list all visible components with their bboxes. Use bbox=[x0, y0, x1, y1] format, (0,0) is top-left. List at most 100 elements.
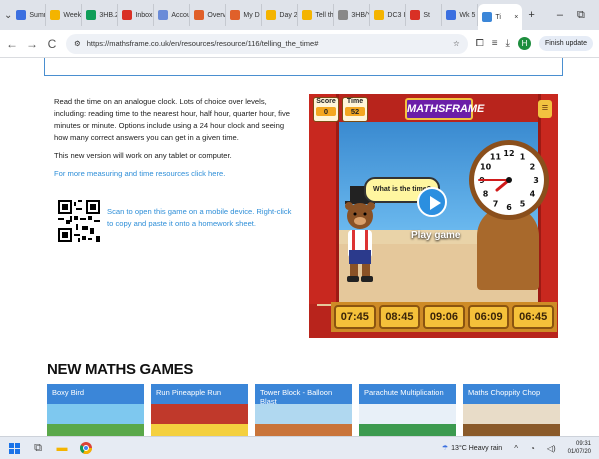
qr-code[interactable] bbox=[58, 200, 100, 242]
tab-favicon-icon bbox=[482, 12, 493, 22]
clock-numeral: 7 bbox=[493, 199, 499, 208]
time-label: Time bbox=[346, 98, 364, 105]
description-paragraph: Read the time on an analogue clock. Lots… bbox=[54, 97, 290, 142]
network-icon[interactable]: ◔ bbox=[530, 444, 535, 453]
game-card-title: Boxy Bird bbox=[52, 388, 85, 397]
clock-numeral: 8 bbox=[483, 190, 489, 199]
finish-update-button[interactable]: Finish update bbox=[538, 36, 593, 51]
resource-description: Read the time on an analogue clock. Lots… bbox=[54, 96, 300, 186]
browser-tab[interactable]: 3HB/Y bbox=[334, 4, 371, 26]
answer-button[interactable]: 08:45 bbox=[378, 305, 421, 329]
browser-tab[interactable]: 3HB.2 bbox=[82, 4, 119, 26]
game-card[interactable]: Tower Block - Balloon Blast bbox=[255, 384, 352, 436]
minimize-button[interactable]: – bbox=[557, 9, 563, 21]
browser-tab[interactable]: Accou bbox=[154, 4, 191, 26]
restore-button[interactable]: ⧉ bbox=[577, 9, 585, 22]
clock-numeral: 5 bbox=[520, 199, 526, 208]
tray-chevron-icon[interactable]: ^ bbox=[514, 444, 518, 453]
tab-search-icon[interactable]: ⌄ bbox=[4, 10, 12, 21]
answer-button[interactable]: 09:06 bbox=[423, 305, 465, 329]
tab-favicon-icon bbox=[86, 10, 97, 20]
tab-label: Tell th bbox=[315, 11, 334, 19]
back-icon[interactable]: ← bbox=[6, 37, 18, 51]
answer-button[interactable]: 07:45 bbox=[334, 305, 376, 329]
more-resources-link[interactable]: For more measuring and time resources cl… bbox=[54, 169, 225, 178]
tab-favicon-icon bbox=[122, 10, 133, 20]
clock-numeral: 10 bbox=[480, 163, 492, 172]
game-card[interactable]: Boxy Bird bbox=[47, 384, 144, 436]
url-field[interactable]: ⚙ https://mathsframe.co.uk/en/resources/… bbox=[66, 33, 468, 54]
tab-label: 3HB/Y bbox=[351, 11, 371, 19]
tab-label: Wk 5 bbox=[459, 11, 476, 19]
tab-label: 3HB.2 bbox=[99, 11, 119, 19]
chrome-icon[interactable] bbox=[80, 442, 92, 454]
browser-tab[interactable]: St bbox=[406, 4, 443, 26]
weather-widget[interactable]: ☂ 13°C Heavy rain bbox=[441, 444, 502, 453]
browser-tab-bar: ⌄ Summ Week 3HB.2 Inbox Accou Overv My D Day 2 T… bbox=[0, 0, 599, 30]
close-tab-icon[interactable]: × bbox=[514, 14, 518, 21]
browser-tab[interactable]: Tell th bbox=[298, 4, 335, 26]
game-card-thumbnail bbox=[255, 404, 352, 436]
clock-numeral: 4 bbox=[530, 190, 536, 199]
browser-tab[interactable]: My D bbox=[226, 4, 263, 26]
play-game-label[interactable]: Play game bbox=[411, 230, 460, 241]
answer-button[interactable]: 06:45 bbox=[512, 305, 554, 329]
browser-tab[interactable]: Inbox bbox=[118, 4, 155, 26]
play-button[interactable] bbox=[417, 187, 447, 217]
game-panel[interactable]: Score 0 Time 52 MATHSFRAME ≡ What is the… bbox=[309, 94, 558, 338]
volume-icon[interactable]: ◁) bbox=[547, 444, 556, 453]
forward-icon[interactable]: → bbox=[26, 37, 38, 51]
clock-numeral: 1 bbox=[520, 153, 526, 162]
tab-favicon-icon bbox=[194, 10, 205, 20]
profile-avatar[interactable]: H bbox=[517, 37, 531, 50]
clock-time: 09:31 bbox=[575, 441, 591, 447]
left-curtain bbox=[309, 94, 339, 304]
game-card[interactable]: Parachute Multiplication bbox=[359, 384, 456, 436]
browser-tab[interactable]: Ti × bbox=[478, 4, 523, 30]
task-view-icon[interactable]: ⧉ bbox=[32, 442, 44, 454]
browser-tab[interactable]: Overv bbox=[190, 4, 227, 26]
browser-tab[interactable]: Summ bbox=[12, 4, 47, 26]
game-card[interactable]: Run Pineapple Run bbox=[151, 384, 248, 436]
tab-label: DC3 I bbox=[387, 11, 406, 19]
tab-label: Week bbox=[63, 11, 82, 19]
tab-favicon-icon bbox=[230, 10, 241, 20]
score-box: Score 0 bbox=[313, 97, 339, 122]
game-menu-button[interactable]: ≡ bbox=[538, 100, 552, 118]
answer-button[interactable]: 06:09 bbox=[467, 305, 510, 329]
game-card-thumbnail bbox=[47, 404, 144, 436]
bookmark-star-icon[interactable]: ☆ bbox=[453, 39, 460, 48]
clock-numeral: 6 bbox=[506, 203, 512, 212]
tab-label: St bbox=[423, 11, 431, 19]
tab-strip: Summ Week 3HB.2 Inbox Accou Overv My D Day 2 Tel… bbox=[12, 0, 523, 30]
file-explorer-icon[interactable]: ▬ bbox=[56, 442, 68, 454]
game-card-title: Maths Choppity Chop bbox=[468, 388, 541, 397]
new-tab-button[interactable]: + bbox=[528, 9, 534, 21]
tab-favicon-icon bbox=[158, 10, 169, 20]
game-card-thumbnail bbox=[463, 404, 560, 436]
reload-icon[interactable]: C bbox=[46, 37, 58, 51]
windows-start-icon[interactable] bbox=[8, 442, 20, 454]
site-info-icon[interactable]: ⚙ bbox=[74, 39, 81, 48]
tab-favicon-icon bbox=[374, 10, 385, 20]
weather-rain-icon: ☂ bbox=[441, 445, 449, 452]
browser-tab[interactable]: Day 2 bbox=[262, 4, 299, 26]
game-card[interactable]: Maths Choppity Chop bbox=[463, 384, 560, 436]
time-box: Time 52 bbox=[342, 97, 368, 122]
browser-tab[interactable]: Wk 5 bbox=[442, 4, 479, 26]
tab-favicon-icon bbox=[410, 10, 421, 20]
game-card-thumbnail bbox=[359, 404, 456, 436]
tab-label: Summ bbox=[29, 11, 45, 19]
mathsframe-logo: MATHSFRAME bbox=[405, 98, 484, 120]
clock-numeral: 2 bbox=[530, 163, 536, 172]
download-icon[interactable]: ⤓ bbox=[506, 38, 510, 49]
tab-favicon-icon bbox=[338, 10, 349, 20]
reading-list-icon[interactable]: ≡ bbox=[492, 38, 498, 49]
browser-tab[interactable]: DC3 I bbox=[370, 4, 407, 26]
game-card-thumbnail bbox=[151, 404, 248, 436]
system-clock[interactable]: 09:31 01/07/20 bbox=[568, 440, 591, 456]
extensions-icon[interactable]: ⧠ bbox=[476, 38, 484, 49]
browser-tab[interactable]: Week bbox=[46, 4, 83, 26]
clock-numeral: 12 bbox=[503, 149, 514, 158]
tab-favicon-icon bbox=[50, 10, 61, 20]
